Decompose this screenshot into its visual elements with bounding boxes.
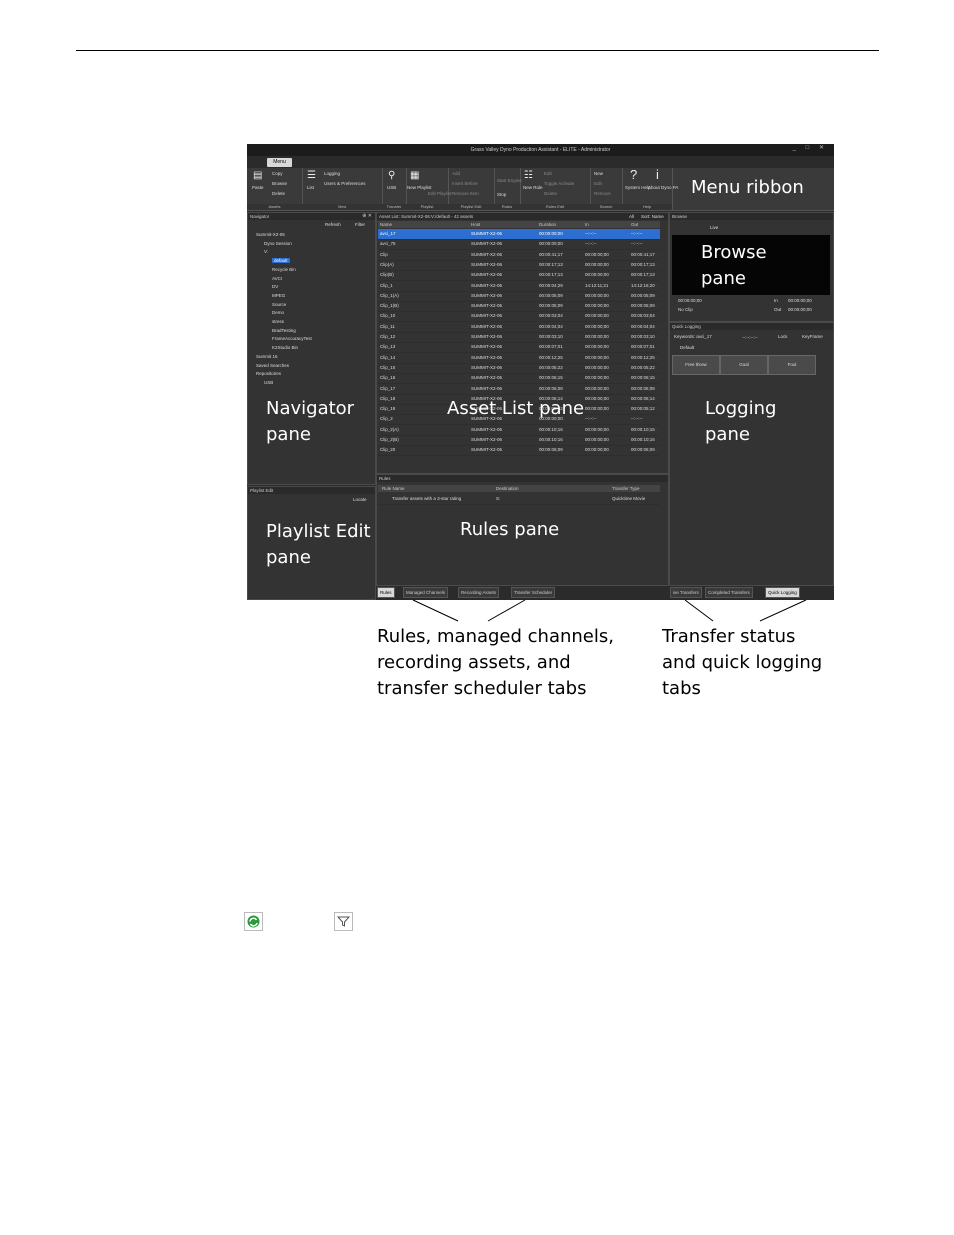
callout-right-1: Transfer status [662, 626, 796, 647]
filter-icon [334, 912, 353, 931]
callout-left-2: recording assets, and [377, 652, 571, 673]
callout-right-3: tabs [662, 678, 701, 699]
callout-right-2: and quick logging [662, 652, 823, 673]
callout-left-1: Rules, managed channels, [377, 626, 614, 647]
refresh-icon [244, 912, 263, 931]
callout-left-3: transfer scheduler tabs [377, 678, 587, 699]
callout-lines [412, 599, 807, 622]
